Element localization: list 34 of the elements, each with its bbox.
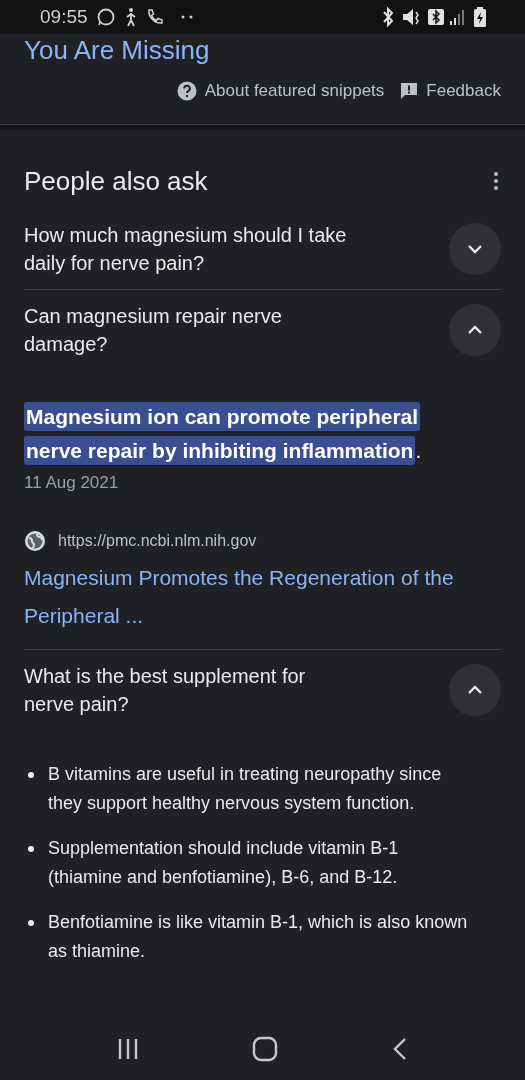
result-title-link[interactable]: You Are Missing: [24, 34, 501, 66]
back-icon[interactable]: [392, 1037, 409, 1061]
expand-toggle-button[interactable]: [449, 664, 501, 716]
bullet-icon: [28, 846, 34, 852]
phone-icon: [145, 8, 164, 26]
globe-icon: [24, 530, 46, 552]
source-url: https://pmc.ncbi.nlm.nih.gov: [58, 531, 257, 551]
home-icon[interactable]: [252, 1036, 279, 1062]
bullet-text: B vitamins are useful in treating neuropathy since they support healthy nervous system function.: [48, 763, 443, 815]
chat-icon: [95, 7, 116, 27]
status-time: 09:55: [40, 4, 88, 29]
chevron-down-icon: [467, 243, 483, 254]
signal-icon: [449, 8, 465, 26]
question-text[interactable]: How much magnesium should I take daily for nerve pain?: [24, 220, 354, 277]
bluetooth-box-icon: [427, 7, 445, 27]
result-link[interactable]: Magnesium Promotes the Regeneration of the Peripheral ...: [24, 559, 464, 635]
answer-date: 11 Aug 2021: [24, 471, 120, 494]
recent-apps-icon[interactable]: [116, 1038, 139, 1060]
chevron-up-icon: [467, 324, 483, 335]
bullet-text: Supplementation should include vitamin B-1 (thiamine and benfotiamine), B-6, and B-12.: [48, 837, 400, 889]
help-icon: [176, 80, 197, 101]
question-text[interactable]: Can magnesium repair nerve damage?: [24, 301, 354, 358]
bullet-text: Benfotiamine is like vitamin B-1, which is also known as thiamine.: [48, 911, 468, 963]
more-dots-icon: [179, 15, 194, 19]
feedback-icon: [400, 81, 419, 100]
feedback-link[interactable]: Feedback: [426, 78, 501, 104]
about-snippets-link[interactable]: About featured snippets: [204, 78, 385, 104]
section-heading: People also ask: [24, 164, 208, 198]
more-options-icon[interactable]: [493, 171, 499, 191]
bullet-icon: [28, 920, 34, 926]
battery-charging-icon: [473, 6, 487, 28]
bullet-icon: [28, 772, 34, 778]
chevron-up-icon: [467, 685, 483, 695]
question-text[interactable]: What is the best supplement for nerve pain?: [24, 662, 354, 718]
